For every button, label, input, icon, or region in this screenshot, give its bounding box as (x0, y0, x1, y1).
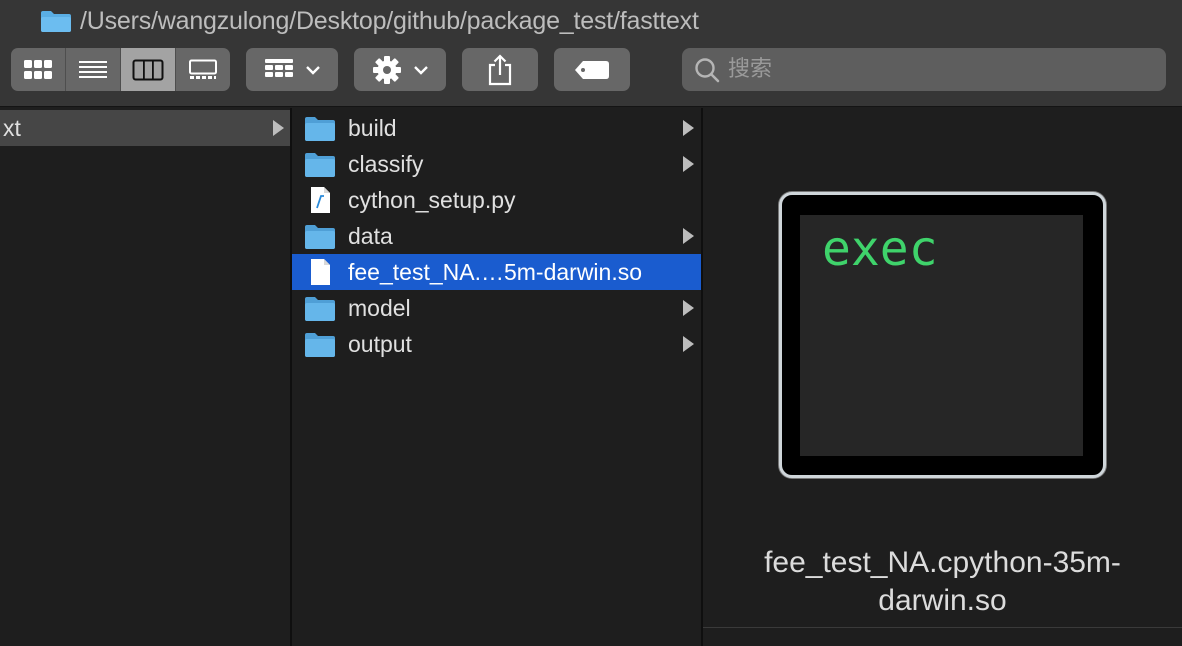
icon-view-button[interactable] (11, 48, 66, 91)
folder-icon (305, 333, 335, 357)
tag-icon (575, 60, 609, 79)
folder-icon (305, 117, 335, 141)
action-button[interactable] (354, 48, 446, 91)
list-item[interactable]: output (292, 326, 702, 362)
disclosure-arrow-icon (683, 120, 694, 136)
preview-name-line: fee_test_NA.cpython-35m- (764, 546, 1121, 579)
file-name: fee_test_NA.…5m-darwin.so (348, 259, 643, 285)
group-by-button[interactable] (246, 48, 338, 91)
list-view-button[interactable] (66, 48, 121, 91)
parent-column: xt (0, 108, 290, 646)
python-file-icon (311, 187, 330, 213)
columns-icon (132, 59, 164, 80)
group-grid-icon (265, 58, 293, 77)
gear-icon (373, 55, 401, 84)
list-item[interactable]: classify (292, 146, 702, 182)
disclosure-arrow-icon (683, 300, 694, 316)
preview-pane: exec fee_test_NA.cpython-35m- darwin.so (703, 108, 1182, 646)
file-name: model (348, 295, 411, 321)
folder-icon (41, 11, 71, 32)
preview-name-line: darwin.so (878, 584, 1007, 617)
preview-file-name: fee_test_NA.cpython-35m- darwin.so (703, 544, 1182, 620)
toolbar: /Users/wangzulong/Desktop/github/package… (0, 0, 1182, 107)
file-name: classify (348, 151, 424, 177)
column-view-button[interactable] (121, 48, 176, 91)
file-column: build classify cython_setup.py data fee_… (292, 108, 702, 646)
chevron-down-icon (414, 65, 428, 75)
list-item[interactable]: data (292, 218, 702, 254)
folder-icon (305, 225, 335, 249)
search-icon (695, 57, 720, 82)
folder-icon (305, 153, 335, 177)
folder-icon (305, 297, 335, 321)
search-field[interactable] (682, 48, 1166, 91)
file-name: build (348, 115, 397, 141)
terminal-screen: exec (800, 215, 1083, 456)
list-item[interactable]: xt (0, 110, 290, 146)
document-icon (311, 259, 330, 285)
grid-icon (24, 59, 52, 79)
disclosure-arrow-icon (683, 228, 694, 244)
disclosure-arrow-icon (683, 336, 694, 352)
path-text: /Users/wangzulong/Desktop/github/package… (80, 6, 699, 35)
gallery-icon (189, 59, 217, 79)
list-item[interactable]: cython_setup.py (292, 182, 702, 218)
item-label: xt (3, 115, 21, 141)
search-input[interactable] (728, 57, 1158, 82)
disclosure-arrow-icon (273, 120, 284, 136)
view-mode-control (11, 48, 230, 91)
exec-label: exec (822, 221, 938, 277)
chevron-down-icon (306, 65, 320, 75)
file-name: cython_setup.py (348, 187, 516, 213)
share-icon (488, 53, 512, 85)
disclosure-arrow-icon (683, 156, 694, 172)
list-item-selected[interactable]: fee_test_NA.…5m-darwin.so (292, 254, 702, 290)
executable-file-icon: exec (779, 192, 1106, 478)
share-button[interactable] (462, 48, 538, 91)
window-path: /Users/wangzulong/Desktop/github/package… (40, 6, 699, 36)
list-item[interactable]: model (292, 290, 702, 326)
file-name: output (348, 331, 412, 357)
file-name: data (348, 223, 393, 249)
list-icon (79, 60, 107, 78)
list-item[interactable]: build (292, 110, 702, 146)
gallery-view-button[interactable] (176, 48, 230, 91)
tag-button[interactable] (554, 48, 630, 91)
divider (703, 627, 1182, 628)
